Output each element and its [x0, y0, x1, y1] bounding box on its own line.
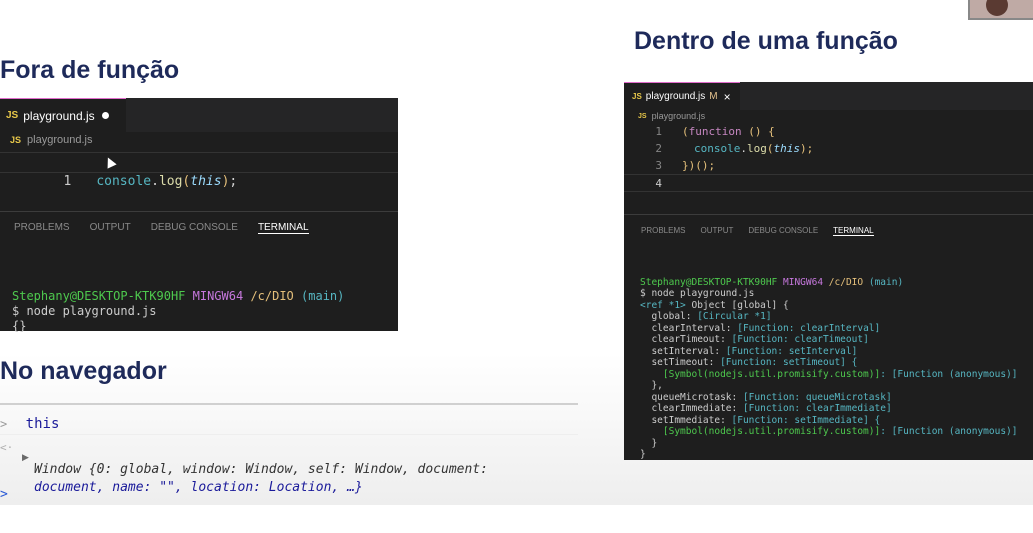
left-vscode-window: JS playground.js JS playground.js 1 conso… [0, 98, 398, 333]
terminal-close-brace: } [640, 437, 658, 449]
terminal-close-brace: } [640, 449, 646, 460]
terminal-command: $ node playground.js [640, 288, 755, 299]
terminal-prompt: Stephany@DESKTOP-KTK90HF MINGW64 /c/DIO … [12, 289, 345, 303]
console-row-divider [0, 434, 578, 435]
right-tab-bar: JS playground.js M × [624, 82, 1033, 110]
terminal-close-brace: }, [640, 380, 663, 391]
close-icon[interactable]: × [724, 90, 731, 104]
code-arg: this [190, 174, 222, 189]
right-breadcrumb-label: playground.js [651, 111, 706, 121]
modified-badge: M [709, 91, 718, 102]
terminal-symbol-entry: [Symbol(nodejs.util.promisify.custom)]: … [640, 426, 1018, 437]
terminal-global-entry: global: [Circular *1] [640, 311, 772, 322]
code-method: log [158, 174, 183, 189]
left-terminal[interactable]: Stephany@DESKTOP-KTK90HF MINGW64 /c/DIO … [12, 274, 344, 364]
left-tab-label: playground.js [23, 108, 95, 123]
terminal-entry: setTimeout: [Function: setTimeout] { [640, 357, 858, 368]
js-file-icon: JS [632, 92, 642, 101]
terminal-object-open: <ref *1> Object [global] { [640, 299, 789, 311]
left-code-line-1[interactable]: 1 console.log(this); [0, 152, 398, 189]
left-panel-divider [0, 211, 398, 212]
unsaved-dot-icon [101, 112, 109, 119]
left-breadcrumb[interactable]: JS playground.js [10, 134, 92, 146]
terminal-entry: setImmediate: [Function: setImmediate] { [640, 414, 881, 426]
expand-arrow-icon[interactable]: ▶ [22, 452, 29, 463]
avatar [986, 0, 1008, 16]
tab-terminal[interactable]: TERMINAL [833, 226, 874, 236]
right-code-line-2: 2 console.log(this); [655, 142, 814, 155]
left-editor-tab[interactable]: JS playground.js [0, 98, 126, 132]
terminal-entry: clearImmediate: [Function: clearImmediat… [640, 403, 892, 414]
right-code[interactable]: 1 (function () { 2 console.log(this); 3})(… [624, 123, 1033, 192]
right-panel-tabs: PROBLEMS OUTPUT DEBUG CONSOLE TERMINAL [624, 226, 1033, 236]
browser-console: > this <· ▶ Window {0: global, window: W… [0, 403, 578, 505]
right-code-line-1: 1 (function () { [655, 125, 775, 138]
tab-problems[interactable]: PROBLEMS [14, 222, 70, 234]
terminal-entry: queueMicrotask: [Function: queueMicrotas… [640, 391, 892, 403]
tab-problems[interactable]: PROBLEMS [641, 226, 685, 236]
webcam-thumbnail [968, 0, 1033, 20]
left-tab-bar: JS playground.js [0, 98, 398, 132]
left-breadcrumb-label: playground.js [27, 134, 93, 146]
code-tail: ; [229, 174, 238, 189]
terminal-prompt: Stephany@DESKTOP-KTK90HF MINGW64 /c/DIO … [640, 276, 904, 288]
right-panel-divider [624, 214, 1033, 215]
tab-output[interactable]: OUTPUT [700, 226, 733, 236]
console-top-border [0, 403, 578, 405]
console-result-line1: Window {0: global, window: Window, self:… [34, 462, 488, 477]
js-file-icon: JS [638, 112, 647, 120]
console-next-prompt[interactable]: > [0, 487, 8, 502]
terminal-symbol-entry: [Symbol(nodejs.util.promisify.custom)]: … [640, 368, 1018, 380]
console-result-line2: document, name: "", location: Location, … [34, 480, 363, 495]
terminal-entry: clearInterval: [Function: clearInterval] [640, 322, 881, 334]
code-object: console [96, 174, 152, 189]
tab-terminal[interactable]: TERMINAL [257, 222, 309, 234]
js-file-icon: JS [10, 135, 22, 145]
line-number: 1 [63, 174, 72, 189]
terminal-entry: clearTimeout: [Function: clearTimeout] [640, 334, 869, 345]
right-vscode-window: JS playground.js M × JS playground.js 1(… [624, 82, 1033, 460]
terminal-output: {} [12, 319, 27, 333]
tab-output[interactable]: OUTPUT [90, 222, 131, 234]
left-panel-tabs: PROBLEMS OUTPUT DEBUG CONSOLE TERMINAL [0, 222, 398, 234]
right-terminal[interactable]: Stephany@DESKTOP-KTK90HF MINGW64 /c/DIO … [640, 265, 1018, 484]
right-code-line-3: 3})(); [655, 159, 716, 172]
right-breadcrumb[interactable]: JS playground.js [638, 111, 705, 121]
heading-dentro-de-uma-funcao: Dentro de uma função [634, 27, 898, 55]
js-file-icon: JS [6, 110, 19, 121]
right-editor-tab[interactable]: JS playground.js M × [624, 82, 740, 110]
console-input-text: this [25, 416, 60, 432]
terminal-entry: setInterval: [Function: setInterval] [640, 345, 858, 357]
right-code-line-4: 4 [624, 174, 1033, 192]
heading-fora-de-funcao: Fora de função [0, 56, 180, 84]
tab-debug-console[interactable]: DEBUG CONSOLE [151, 222, 238, 234]
tab-debug-console[interactable]: DEBUG CONSOLE [748, 226, 818, 236]
console-input-row: > this [0, 416, 59, 432]
right-tab-label: playground.js [645, 91, 706, 102]
console-result[interactable]: Window {0: global, window: Window, self:… [34, 443, 488, 533]
console-result-prompt: <· [0, 441, 14, 454]
console-input-prompt: > [0, 417, 8, 431]
terminal-command: $ node playground.js [12, 304, 157, 318]
